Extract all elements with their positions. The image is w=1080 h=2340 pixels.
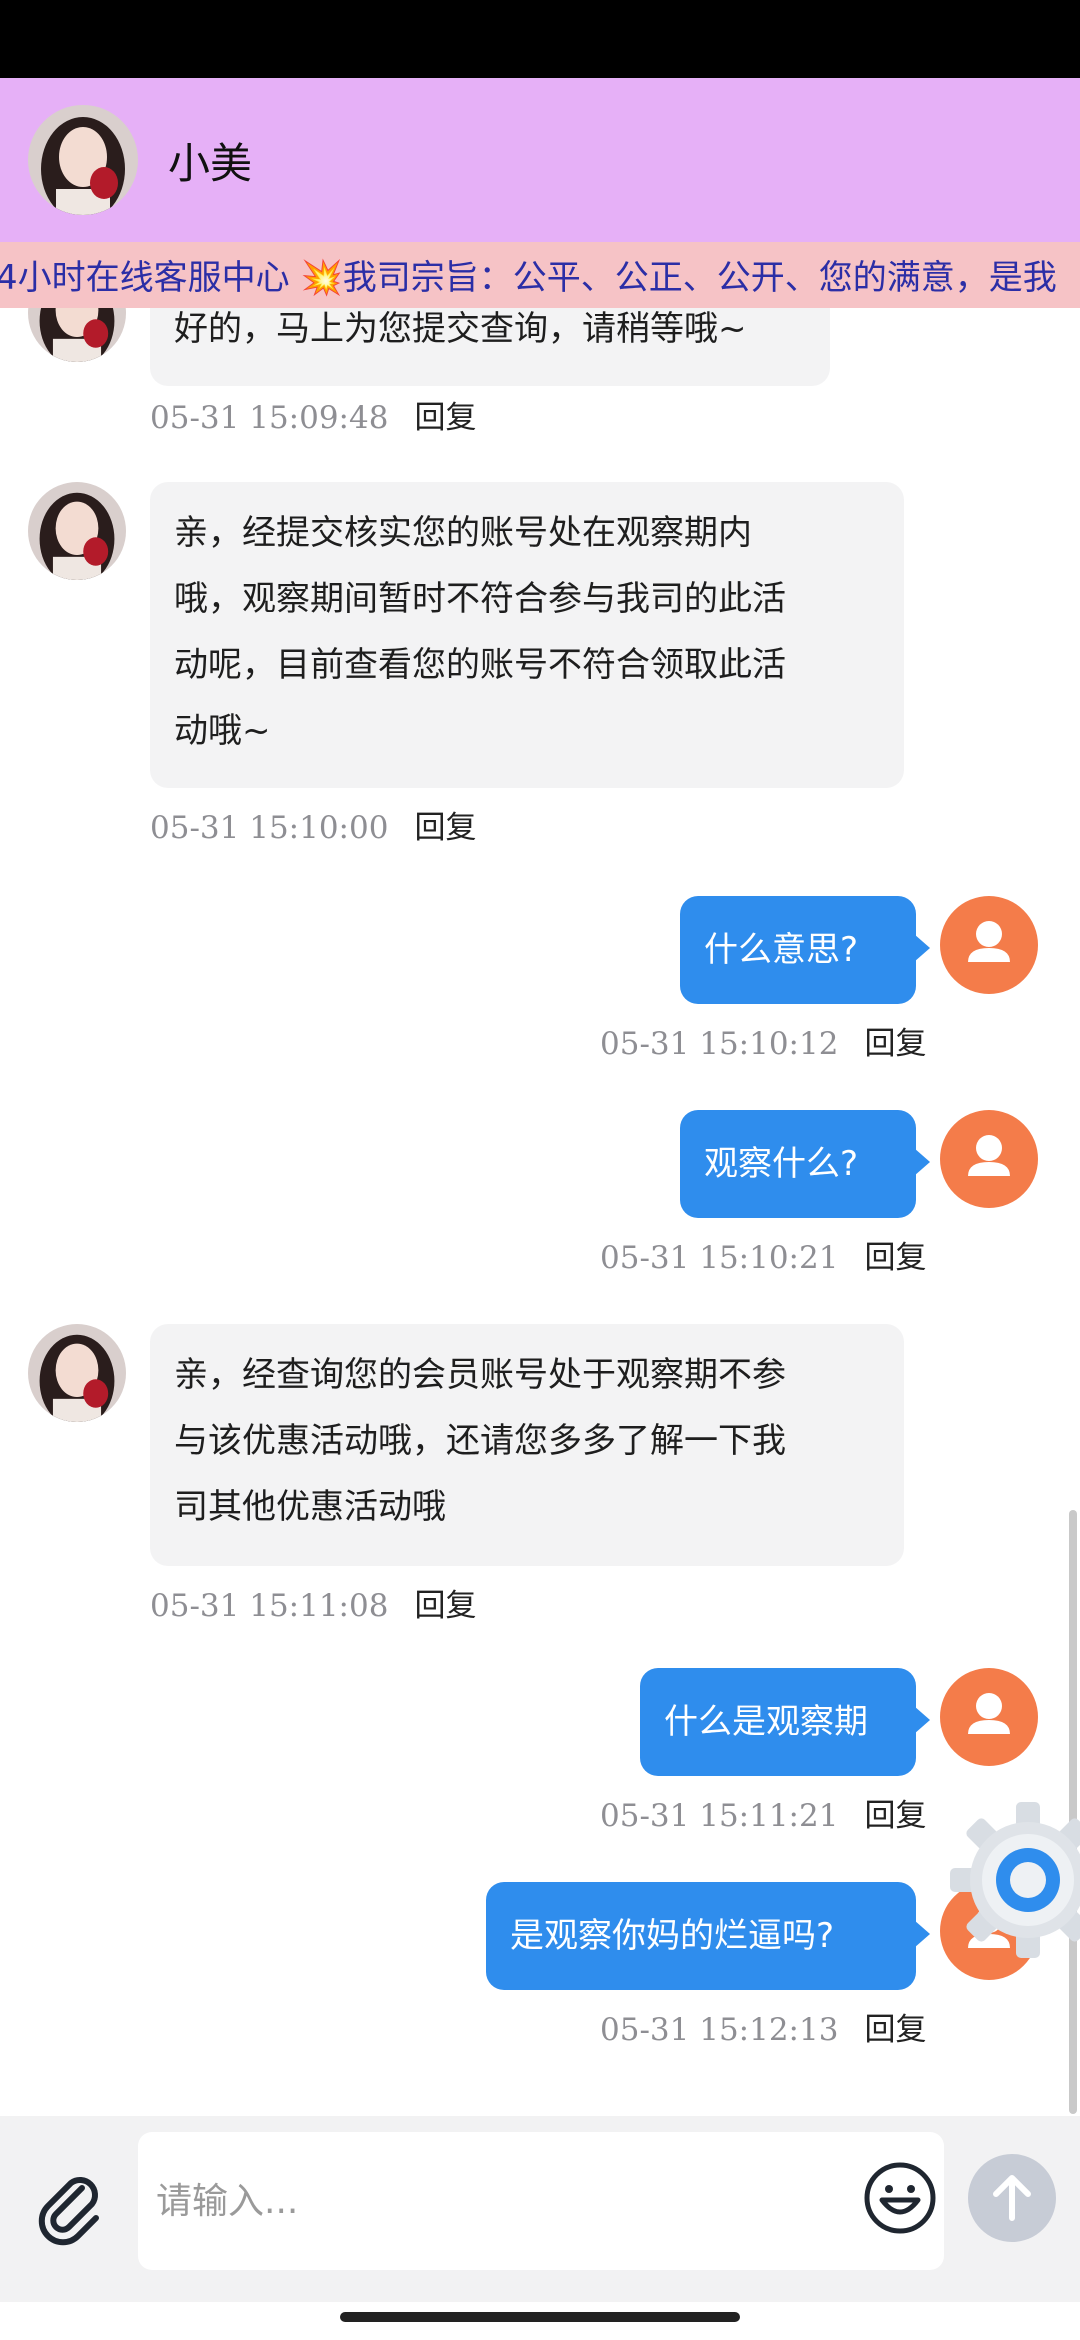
user-avatar[interactable] xyxy=(940,1668,1038,1766)
agent-avatar[interactable] xyxy=(28,1324,126,1422)
message-text: 观察什么? xyxy=(704,1144,859,1184)
message-meta: 05-31 15:12:13 回复 xyxy=(600,2004,926,2049)
user-icon xyxy=(968,921,1010,962)
message-time: 05-31 15:10:12 xyxy=(600,1026,839,1062)
agent-avatar[interactable] xyxy=(28,482,126,580)
message-time: 05-31 15:09:48 xyxy=(150,400,389,436)
message-bubble[interactable]: 好的，马上为您提交查询，请稍等哦~ xyxy=(150,308,830,386)
user-icon xyxy=(968,1135,1010,1176)
gear-icon xyxy=(950,1802,1080,1958)
announcement-marquee: 4小时在线客服中心 💥我司宗旨：公平、公正、公开、您的满意，是我 xyxy=(0,242,1080,308)
message-bubble[interactable]: 亲，经查询您的会员账号处于观察期不参 与该优惠活动哦，还请您多多了解一下我 司其… xyxy=(150,1324,904,1566)
user-avatar[interactable] xyxy=(940,896,1038,994)
message-line: 哦，观察期间暂时不符合参与我司的此活 xyxy=(174,579,786,619)
send-button[interactable] xyxy=(968,2154,1056,2242)
agent-avatar[interactable] xyxy=(28,308,126,362)
reply-button[interactable]: 回复 xyxy=(864,1240,926,1276)
chat-title: 小美 xyxy=(168,138,253,188)
message-line: 司其他优惠活动哦 xyxy=(174,1487,446,1527)
agent-avatar[interactable] xyxy=(28,105,138,215)
message-time: 05-31 15:11:21 xyxy=(600,1798,839,1834)
message-bubble[interactable]: 是观察你妈的烂逼吗? xyxy=(486,1882,930,1990)
reply-button[interactable]: 回复 xyxy=(414,810,476,846)
message-input[interactable] xyxy=(138,2132,944,2270)
smiley-icon xyxy=(864,2162,936,2234)
message-time: 05-31 15:10:21 xyxy=(600,1240,839,1276)
status-bar xyxy=(0,0,1080,78)
settings-gear-button[interactable] xyxy=(948,1800,1080,1960)
message-bubble[interactable]: 亲，经提交核实您的账号处在观察期内 哦，观察期间暂时不符合参与我司的此活 动呢，… xyxy=(150,482,904,788)
message-text: 什么是观察期 xyxy=(664,1702,868,1742)
reply-button[interactable]: 回复 xyxy=(414,400,476,436)
message-text: 什么意思? xyxy=(704,930,859,970)
message-line: 亲，经查询您的会员账号处于观察期不参 xyxy=(174,1355,786,1395)
message-meta: 05-31 15:11:21 回复 xyxy=(600,1790,926,1835)
message-bubble[interactable]: 观察什么? xyxy=(680,1110,930,1218)
message-time: 05-31 15:10:00 xyxy=(150,810,389,846)
message-time: 05-31 15:12:13 xyxy=(600,2012,839,2048)
message-time: 05-31 15:11:08 xyxy=(150,1588,389,1624)
emoji-button[interactable] xyxy=(862,2160,938,2236)
reply-button[interactable]: 回复 xyxy=(864,1026,926,1062)
message-text: 是观察你妈的烂逼吗? xyxy=(510,1916,835,1956)
message-bubble[interactable]: 什么意思? xyxy=(680,896,930,1004)
chat-header: 小美 xyxy=(0,78,1080,242)
message-line: 动哦~ xyxy=(174,711,271,751)
reply-button[interactable]: 回复 xyxy=(414,1588,476,1624)
reply-button[interactable]: 回复 xyxy=(864,2012,926,2048)
message-meta: 05-31 15:10:12 回复 xyxy=(600,1018,926,1063)
message-meta: 05-31 15:09:48 回复 xyxy=(150,392,476,437)
user-avatar[interactable] xyxy=(940,1110,1038,1208)
user-icon xyxy=(968,1693,1010,1734)
message-meta: 05-31 15:10:00 回复 xyxy=(150,802,476,847)
paperclip-icon xyxy=(38,2177,99,2246)
message-line: 好的，马上为您提交查询，请稍等哦~ xyxy=(174,309,747,349)
message-meta: 05-31 15:11:08 回复 xyxy=(150,1580,476,1625)
message-line: 动呢，目前查看您的账号不符合领取此活 xyxy=(174,645,786,685)
message-line: 亲，经提交核实您的账号处在观察期内 xyxy=(174,513,752,553)
message-meta: 05-31 15:10:21 回复 xyxy=(600,1232,926,1277)
chat-list[interactable]: 好的，马上为您提交查询，请稍等哦~ 05-31 15:09:48 回复 亲，经提交… xyxy=(0,308,1080,2116)
arrow-up-icon xyxy=(993,2175,1031,2221)
announcement-text: 4小时在线客服中心 💥我司宗旨：公平、公正、公开、您的满意，是我 xyxy=(0,258,1057,298)
reply-button[interactable]: 回复 xyxy=(864,1798,926,1834)
message-line: 与该优惠活动哦，还请您多多了解一下我 xyxy=(174,1421,786,1461)
home-indicator xyxy=(340,2312,740,2322)
attach-button[interactable] xyxy=(30,2166,110,2246)
message-bubble[interactable]: 什么是观察期 xyxy=(640,1668,930,1776)
